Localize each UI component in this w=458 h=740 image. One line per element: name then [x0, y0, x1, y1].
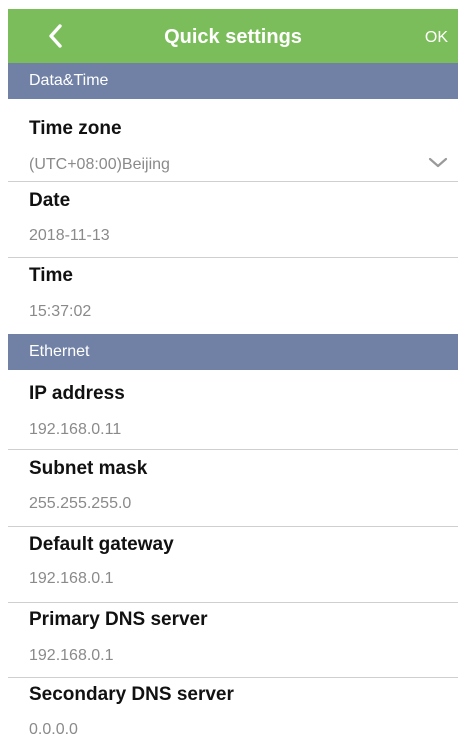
- ip-address-row[interactable]: IP address 192.168.0.11: [8, 370, 458, 449]
- time-label: Time: [29, 265, 74, 286]
- ip-address-label: IP address: [29, 383, 125, 404]
- time-value: 15:37:02: [29, 303, 92, 320]
- default-gateway-value: 192.168.0.1: [29, 570, 114, 587]
- section-header-ethernet: Ethernet: [8, 334, 458, 370]
- section-header-datetime: Data&Time: [8, 63, 458, 99]
- date-value: 2018-11-13: [29, 227, 110, 244]
- secondary-dns-row[interactable]: Secondary DNS server 0.0.0.0: [8, 678, 458, 740]
- secondary-dns-value: 0.0.0.0: [29, 721, 78, 738]
- ip-address-value: 192.168.0.11: [29, 421, 122, 438]
- subnet-mask-value: 255.255.255.0: [29, 495, 132, 512]
- time-row[interactable]: Time 15:37:02: [8, 258, 458, 333]
- subnet-mask-label: Subnet mask: [29, 458, 148, 479]
- title-bar: Quick settings OK: [8, 9, 458, 63]
- primary-dns-value: 192.168.0.1: [29, 647, 114, 664]
- default-gateway-label: Default gateway: [29, 534, 174, 555]
- secondary-dns-label: Secondary DNS server: [29, 684, 234, 705]
- page-title: Quick settings: [164, 26, 302, 48]
- date-label: Date: [29, 190, 71, 211]
- ok-button[interactable]: OK: [425, 28, 448, 48]
- timezone-row[interactable]: Time zone (UTC+08:00)Beijing: [8, 99, 458, 180]
- timezone-label: Time zone: [29, 118, 122, 139]
- timezone-value: (UTC+08:00)Beijing: [29, 156, 170, 173]
- subnet-mask-row[interactable]: Subnet mask 255.255.255.0: [8, 450, 458, 525]
- primary-dns-label: Primary DNS server: [29, 609, 208, 630]
- primary-dns-row[interactable]: Primary DNS server 192.168.0.1: [8, 603, 458, 677]
- default-gateway-row[interactable]: Default gateway 192.168.0.1: [8, 527, 458, 601]
- chevron-down-icon[interactable]: [428, 157, 448, 169]
- date-row[interactable]: Date 2018-11-13: [8, 182, 458, 257]
